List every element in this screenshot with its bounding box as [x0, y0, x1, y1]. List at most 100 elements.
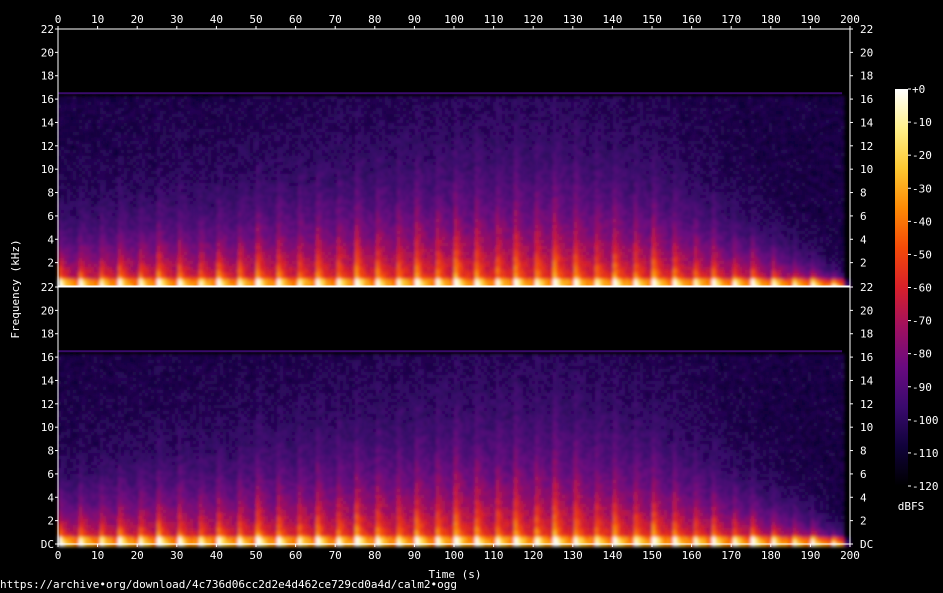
colorbar-tick-label: -90	[912, 381, 932, 394]
y-tick-label-right: 20	[860, 304, 873, 317]
x-tick-label-top: 30	[170, 13, 183, 26]
x-tick-label-bottom: 90	[408, 549, 421, 562]
y-tick-label-right: 4	[860, 233, 867, 246]
x-tick-label-top: 190	[800, 13, 820, 26]
y-tick-label-right: 6	[860, 210, 867, 223]
colorbar-tick-label: -120	[912, 480, 939, 493]
x-tick-label-top: 10	[91, 13, 104, 26]
y-tick-label-left: 4	[47, 491, 54, 504]
colorbar-tick-label: +0	[912, 83, 925, 96]
x-tick-label-bottom: 120	[523, 549, 543, 562]
colorbar-tick-label: -10	[912, 116, 932, 129]
x-tick-label-top: 100	[444, 13, 464, 26]
y-tick-label-right: 10	[860, 163, 873, 176]
colorbar-tick-label: -80	[912, 348, 932, 361]
spectrogram-chart: 2 24 46 68 810 1012 1214 1416 1618 1820 2022 22DC DC…	[0, 0, 943, 593]
x-tick-label-bottom: 100	[444, 549, 464, 562]
colorbar-tick-label: -50	[912, 248, 932, 261]
x-tick-label-bottom: 60	[289, 549, 302, 562]
y-tick-label-left: 6	[47, 468, 54, 481]
x-tick-label-top: 180	[761, 13, 781, 26]
colorbar-tick-label: -60	[912, 282, 932, 295]
y-tick-label-left: 14	[41, 116, 55, 129]
x-tick-label-top: 150	[642, 13, 662, 26]
y-tick-label-left: 2	[47, 257, 54, 270]
colorbar-tick-label: -110	[912, 447, 939, 460]
y-tick-label-right: 20	[860, 46, 873, 59]
x-tick-label-top: 120	[523, 13, 543, 26]
x-tick-label-bottom: 160	[682, 549, 702, 562]
y-tick-label-left: 22	[41, 23, 54, 36]
x-tick-label-top: 50	[249, 13, 262, 26]
y-tick-label-right: 8	[860, 445, 867, 458]
y-tick-label-right: 14	[860, 116, 874, 129]
y-tick-label-left: DC	[41, 538, 54, 551]
x-tick-label-top: 140	[602, 13, 622, 26]
x-tick-label-bottom: 110	[484, 549, 504, 562]
y-tick-label-left: 14	[41, 374, 55, 387]
y-tick-label-left: 2	[47, 515, 54, 528]
y-tick-label-right: DC	[860, 538, 873, 551]
y-tick-label-left: 4	[47, 233, 54, 246]
x-tick-label-bottom: 20	[131, 549, 144, 562]
y-tick-label-right: 22	[860, 281, 873, 294]
x-tick-label-top: 20	[131, 13, 144, 26]
x-tick-label-top: 110	[484, 13, 504, 26]
y-tick-label-left: 12	[41, 140, 54, 153]
x-tick-label-top: 160	[682, 13, 702, 26]
x-tick-label-top: 0	[55, 13, 62, 26]
y-tick-label-left: 18	[41, 70, 54, 83]
y-tick-label-left: 16	[41, 93, 54, 106]
x-tick-label-top: 200	[840, 13, 860, 26]
y-tick-label-right: 2	[860, 515, 867, 528]
source-url: https://archive•org/download/4c736d06cc2…	[0, 578, 457, 591]
y-tick-label-left: 10	[41, 163, 54, 176]
y-tick-label-right: 18	[860, 70, 873, 83]
y-tick-label-left: 8	[47, 187, 54, 200]
x-tick-label-bottom: 190	[800, 549, 820, 562]
y-tick-label-left: 8	[47, 445, 54, 458]
x-tick-label-bottom: 70	[329, 549, 342, 562]
y-tick-label-right: 10	[860, 421, 873, 434]
x-tick-label-top: 60	[289, 13, 302, 26]
y-tick-label-right: 2	[860, 257, 867, 270]
x-tick-label-bottom: 0	[55, 549, 62, 562]
channel-2-spectrogram: DC DC2 24 46 68 810 1012 1214 1416 1618 1820 2022 22	[41, 281, 874, 551]
y-tick-label-left: 20	[41, 304, 54, 317]
y-tick-label-left: 18	[41, 328, 54, 341]
x-tick-label-bottom: 180	[761, 549, 781, 562]
colorbar-tick-label: -40	[912, 215, 932, 228]
colorbar: +0-10-20-30-40-50-60-70-80-90-100-110-12…	[895, 83, 939, 493]
y-tick-label-right: 6	[860, 468, 867, 481]
x-tick-label-bottom: 30	[170, 549, 183, 562]
x-tick-label-top: 170	[721, 13, 741, 26]
x-tick-label-bottom: 80	[368, 549, 381, 562]
y-tick-label-right: 16	[860, 351, 873, 364]
colorbar-unit-label: dBFS	[898, 500, 925, 513]
x-tick-label-top: 90	[408, 13, 421, 26]
y-tick-label-left: 22	[41, 281, 54, 294]
channel-1-spectrogram: 2 24 46 68 810 1012 1214 1416 1618 1820 2022 22	[41, 23, 874, 289]
x-tick-label-bottom: 140	[602, 549, 622, 562]
y-tick-label-right: 8	[860, 187, 867, 200]
x-tick-label-bottom: 150	[642, 549, 662, 562]
x-tick-label-bottom: 50	[249, 549, 262, 562]
x-tick-label-bottom: 170	[721, 549, 741, 562]
x-tick-label-bottom: 10	[91, 549, 104, 562]
y-tick-label-left: 12	[41, 398, 54, 411]
y-tick-label-right: 12	[860, 398, 873, 411]
y-tick-label-right: 14	[860, 374, 874, 387]
colorbar-gradient	[895, 89, 908, 486]
y-tick-label-left: 10	[41, 421, 54, 434]
y-axis-label: Frequency (kHz)	[9, 239, 22, 338]
x-tick-label-top: 40	[210, 13, 223, 26]
y-tick-label-left: 6	[47, 210, 54, 223]
y-tick-label-right: 12	[860, 140, 873, 153]
colorbar-tick-label: -100	[912, 414, 939, 427]
y-tick-label-right: 16	[860, 93, 873, 106]
colorbar-tick-label: -30	[912, 182, 932, 195]
y-tick-label-right: 18	[860, 328, 873, 341]
x-tick-label-top: 70	[329, 13, 342, 26]
x-tick-label-top: 80	[368, 13, 381, 26]
y-tick-label-right: 4	[860, 491, 867, 504]
